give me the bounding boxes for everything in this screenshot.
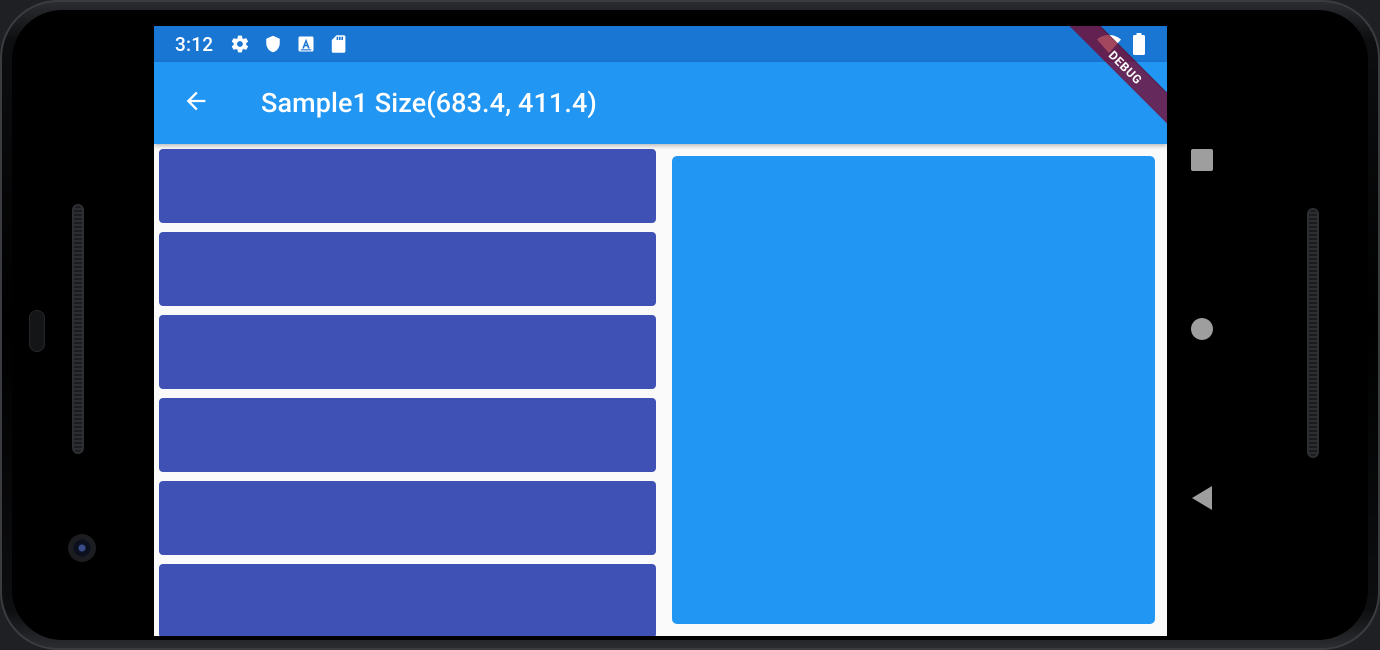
system-back-button[interactable] [1190, 485, 1214, 515]
list-item[interactable] [159, 149, 656, 223]
list-item[interactable] [159, 564, 656, 636]
font-a-icon [295, 33, 317, 55]
device-frame: 3:12 DEBUG Sample1 Size(683.4, 411.4) [0, 0, 1380, 650]
proximity-sensor [29, 310, 45, 352]
detail-panel [672, 156, 1155, 624]
sd-card-icon [328, 33, 350, 55]
home-button[interactable] [1190, 317, 1214, 345]
status-bar: 3:12 [154, 26, 1167, 62]
left-speaker-grille [72, 204, 84, 454]
item-list [159, 149, 656, 636]
recents-square-icon [1190, 148, 1214, 176]
battery-icon [1133, 33, 1145, 59]
right-speaker-grille [1307, 208, 1319, 458]
back-triangle-icon [1190, 485, 1214, 515]
arrow-back-icon [182, 87, 210, 119]
app-bar: Sample1 Size(683.4, 411.4) [154, 62, 1167, 144]
shield-icon [262, 33, 284, 55]
list-item[interactable] [159, 481, 656, 555]
back-button[interactable] [168, 75, 224, 131]
front-camera [68, 534, 96, 562]
screen: 3:12 DEBUG Sample1 Size(683.4, 411.4) [154, 26, 1167, 636]
status-time: 3:12 [175, 32, 214, 56]
list-item[interactable] [159, 315, 656, 389]
content-area [154, 144, 1167, 636]
recents-button[interactable] [1190, 148, 1214, 176]
list-item[interactable] [159, 398, 656, 472]
home-circle-icon [1190, 317, 1214, 345]
list-item[interactable] [159, 232, 656, 306]
gear-icon [229, 33, 251, 55]
page-title: Sample1 Size(683.4, 411.4) [261, 87, 597, 119]
